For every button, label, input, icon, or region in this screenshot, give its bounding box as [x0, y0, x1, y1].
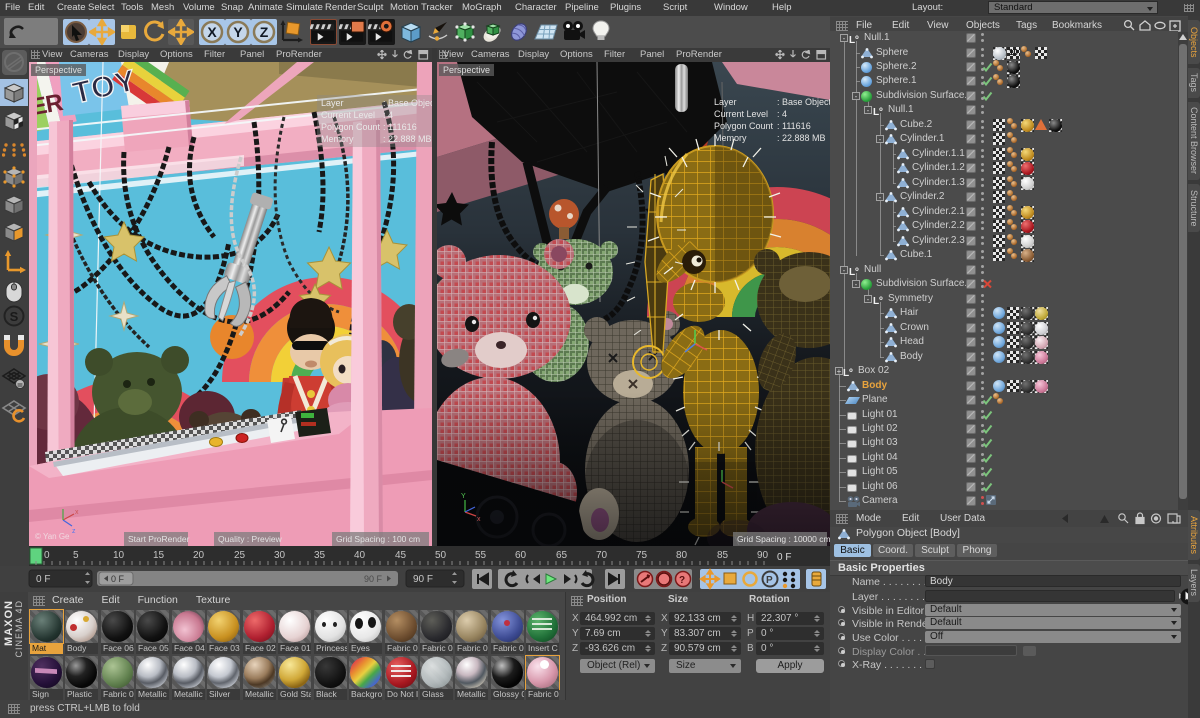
svg-text:: Base Object: : Base Object [383, 98, 432, 108]
svg-text:75: 75 [636, 550, 648, 561]
svg-text:45: 45 [395, 550, 407, 561]
svg-text:© Yan Ge: © Yan Ge [35, 532, 70, 541]
svg-text:0: 0 [44, 550, 50, 561]
svg-text:Memory: Memory [321, 134, 354, 144]
svg-text:25: 25 [234, 550, 246, 561]
svg-text:S: S [10, 309, 19, 324]
svg-text:z: z [72, 528, 76, 535]
svg-text:Current Level: Current Level [714, 109, 768, 119]
svg-text:10: 10 [113, 550, 125, 561]
svg-text:: Base Object: : Base Object [777, 97, 830, 107]
svg-text:: 22.888 MB: : 22.888 MB [383, 134, 432, 144]
svg-text:90: 90 [757, 550, 769, 561]
svg-text:Quality : Preview: Quality : Preview [218, 534, 283, 544]
svg-text:Grid Spacing : 10000 cm: Grid Spacing : 10000 cm [737, 534, 830, 544]
svg-text:90 F: 90 F [413, 574, 433, 585]
svg-text:Polygon Count: Polygon Count [714, 121, 774, 131]
svg-text:15: 15 [153, 550, 165, 561]
svg-text:20: 20 [193, 550, 205, 561]
svg-text:0 F: 0 F [777, 552, 791, 563]
svg-text:Layer: Layer [321, 98, 344, 108]
svg-text:: 111616: : 111616 [777, 121, 811, 131]
svg-text:80: 80 [676, 550, 688, 561]
svg-text:X: X [207, 24, 217, 40]
svg-text:55: 55 [475, 550, 487, 561]
svg-text:: 4: : 4 [777, 109, 787, 119]
svg-text:40: 40 [354, 550, 366, 561]
svg-text:30: 30 [274, 550, 286, 561]
svg-text:60: 60 [515, 550, 527, 561]
svg-text:Layer: Layer [714, 97, 737, 107]
svg-text:Y: Y [461, 493, 466, 500]
svg-text:65: 65 [556, 550, 568, 561]
svg-text:: 111616: : 111616 [383, 122, 417, 132]
svg-text:: 4: : 4 [383, 110, 393, 120]
svg-text:70: 70 [596, 550, 608, 561]
svg-text:P: P [766, 575, 773, 586]
svg-text:x: x [75, 509, 79, 516]
svg-text:35: 35 [314, 550, 326, 561]
svg-text:Memory: Memory [714, 133, 747, 143]
svg-text:5: 5 [73, 550, 79, 561]
svg-text:?: ? [679, 575, 685, 586]
svg-text:0 F: 0 F [111, 574, 125, 584]
svg-text:Current Level: Current Level [321, 110, 375, 120]
svg-text:: 22.888 MB: : 22.888 MB [777, 133, 826, 143]
svg-text:90 F: 90 F [364, 574, 383, 584]
svg-text:x: x [477, 516, 481, 523]
svg-text:Start ProRender: Start ProRender [128, 534, 190, 544]
svg-text:Polygon Count: Polygon Count [321, 122, 381, 132]
svg-text:50: 50 [435, 550, 447, 561]
svg-text:Z: Z [260, 24, 269, 40]
svg-text:0 F: 0 F [36, 574, 50, 585]
svg-text:Grid Spacing : 100 cm: Grid Spacing : 100 cm [336, 534, 420, 544]
svg-text:85: 85 [717, 550, 729, 561]
svg-text:Y: Y [233, 24, 243, 40]
